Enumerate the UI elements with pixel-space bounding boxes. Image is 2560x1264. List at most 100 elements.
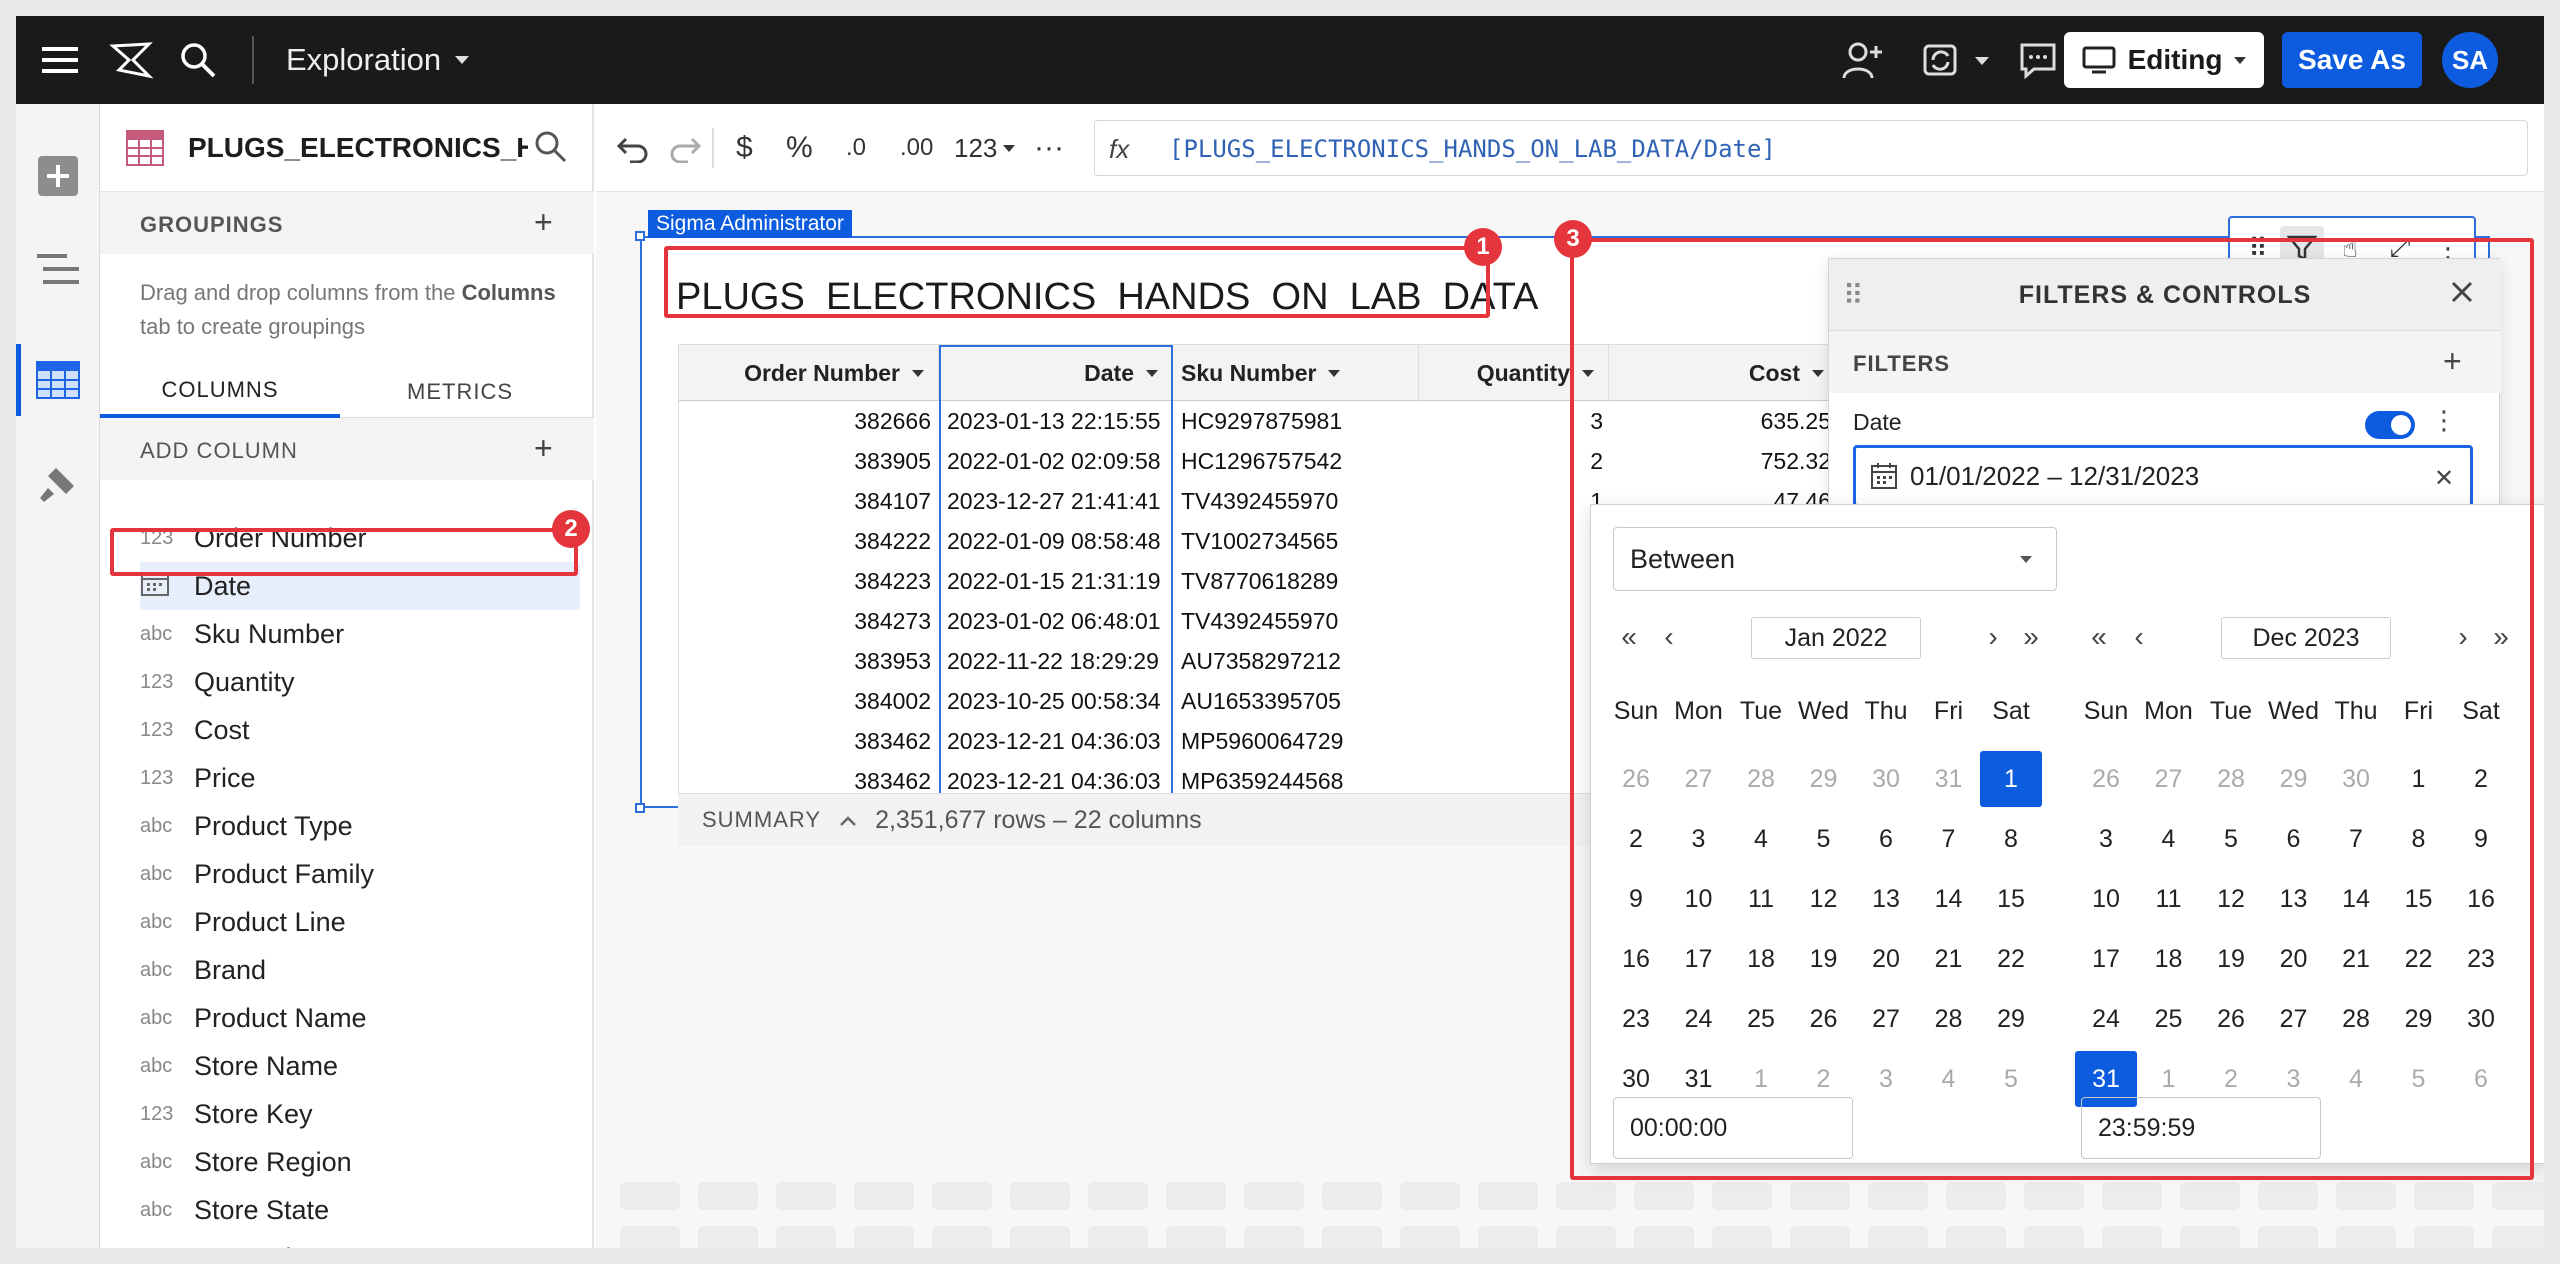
calendar-day[interactable]: 5 xyxy=(1980,1051,2042,1107)
table-cell[interactable]: AU1653395705 xyxy=(1173,681,1419,721)
table-row[interactable]: 382666 2023-01-13 22:15:55 HC9297875981 3 63… xyxy=(679,401,1837,441)
table-cell[interactable]: 2022-01-09 08:58:48 xyxy=(939,521,1173,561)
calendar-day[interactable]: 5 xyxy=(2388,1051,2450,1107)
calendar-day[interactable]: 7 xyxy=(2325,811,2387,867)
column-item[interactable]: abc Brand xyxy=(140,946,580,994)
chevron-down-icon[interactable] xyxy=(1328,369,1341,377)
calendar-day[interactable]: 9 xyxy=(1605,871,1667,927)
calendar-day[interactable]: 26 xyxy=(1605,751,1667,807)
add-user-icon[interactable] xyxy=(1836,38,1888,82)
table-row[interactable]: 383905 2022-01-02 02:09:58 HC1296757542 2 75… xyxy=(679,441,1837,481)
resize-handle[interactable] xyxy=(635,231,645,241)
calendar-day[interactable]: 7 xyxy=(1918,811,1980,867)
filter-toggle[interactable] xyxy=(2365,411,2415,439)
calendar-day[interactable]: 8 xyxy=(1980,811,2042,867)
calendar-day[interactable]: 5 xyxy=(2200,811,2262,867)
calendar-day[interactable]: 27 xyxy=(1855,991,1917,1047)
column-item[interactable]: abc Product Line xyxy=(140,898,580,946)
table-cell[interactable]: 2 xyxy=(1419,441,1609,481)
save-as-button[interactable]: Save As xyxy=(2282,32,2422,88)
column-header[interactable]: Sku Number xyxy=(1173,345,1419,401)
calendar-day[interactable]: 24 xyxy=(2075,991,2137,1047)
table-cell[interactable]: MP5960064729 xyxy=(1173,721,1419,761)
calendar-day[interactable]: 1 xyxy=(1980,751,2042,807)
last-page-icon[interactable]: » xyxy=(2483,615,2519,659)
calendar-day[interactable]: 19 xyxy=(1793,931,1855,987)
column-item[interactable]: abc Product Name xyxy=(140,994,580,1042)
comment-icon[interactable] xyxy=(2016,38,2060,82)
calendar-day[interactable]: 26 xyxy=(2075,751,2137,807)
table-cell[interactable]: 3 xyxy=(1419,401,1609,441)
tab-columns[interactable]: COLUMNS xyxy=(100,366,340,418)
table-cell[interactable]: AU7358297212 xyxy=(1173,641,1419,681)
column-item[interactable]: abcStore City xyxy=(140,1234,580,1249)
add-filter-button[interactable]: + xyxy=(2443,345,2462,377)
calendar-day[interactable]: 12 xyxy=(1793,871,1855,927)
chevron-left-icon[interactable]: ‹ xyxy=(1651,615,1687,659)
redo-icon[interactable] xyxy=(668,126,702,170)
chevron-down-icon[interactable] xyxy=(1812,369,1824,377)
table-cell[interactable] xyxy=(1419,721,1609,761)
column-item[interactable]: abc Store Region xyxy=(140,1138,580,1186)
calendar-day[interactable]: 4 xyxy=(2138,811,2200,867)
workbook-title[interactable]: Exploration xyxy=(286,38,470,82)
table-cell[interactable]: 383462 xyxy=(679,721,939,761)
clear-icon[interactable]: ✕ xyxy=(2434,464,2454,493)
table-icon[interactable] xyxy=(16,344,100,416)
calendar-day[interactable]: 9 xyxy=(2450,811,2512,867)
calendar-day[interactable]: 20 xyxy=(2263,931,2325,987)
resize-handle[interactable] xyxy=(635,803,645,813)
calendar-day[interactable]: 3 xyxy=(2075,811,2137,867)
column-item[interactable]: abc Store Name xyxy=(140,1042,580,1090)
undo-icon[interactable] xyxy=(616,126,650,170)
calendar-day[interactable]: 23 xyxy=(1605,991,1667,1047)
table-cell[interactable] xyxy=(1419,681,1609,721)
end-time-input[interactable]: 23:59:59 xyxy=(2081,1097,2321,1159)
calendar-day[interactable]: 21 xyxy=(2325,931,2387,987)
chevron-down-icon[interactable] xyxy=(912,369,924,377)
calendar-day[interactable]: 13 xyxy=(1855,871,1917,927)
month-year-select[interactable]: Jan 2022 xyxy=(1751,617,1921,659)
layers-icon[interactable] xyxy=(16,234,100,306)
calendar-day[interactable]: 15 xyxy=(1980,871,2042,927)
decrease-decimals-button[interactable]: .0 xyxy=(846,126,866,170)
calendar-day[interactable]: 28 xyxy=(2200,751,2262,807)
column-header[interactable]: Cost xyxy=(1609,345,1837,401)
calendar-day[interactable]: 12 xyxy=(2200,871,2262,927)
calendar-day[interactable]: 2 xyxy=(1605,811,1667,867)
calendar-day[interactable]: 14 xyxy=(2325,871,2387,927)
chevron-down-icon[interactable] xyxy=(1582,369,1594,377)
column-header[interactable]: Order Number xyxy=(679,345,939,401)
calendar-day[interactable]: 29 xyxy=(1980,991,2042,1047)
search-icon[interactable] xyxy=(174,38,222,82)
column-item[interactable]: 123 Cost xyxy=(140,706,580,754)
column-item[interactable]: abc Store State xyxy=(140,1186,580,1234)
calendar-day[interactable]: 14 xyxy=(1918,871,1980,927)
table-cell[interactable]: 2022-11-22 18:29:29 xyxy=(939,641,1173,681)
column-item[interactable]: abc Product Family xyxy=(140,850,580,898)
table-cell[interactable]: HC9297875981 xyxy=(1173,401,1419,441)
table-cell[interactable]: 2023-12-21 04:36:03 xyxy=(939,761,1173,794)
source-name[interactable]: PLUGS_ELECTRONICS_HA... xyxy=(188,104,528,192)
table-cell[interactable]: 383462 xyxy=(679,761,939,794)
chevron-right-icon[interactable]: › xyxy=(2445,615,2481,659)
calendar-day[interactable]: 20 xyxy=(1855,931,1917,987)
calendar-day[interactable]: 11 xyxy=(1730,871,1792,927)
table-cell[interactable]: 384002 xyxy=(679,681,939,721)
search-icon[interactable] xyxy=(534,130,568,169)
table-cell[interactable]: 384107 xyxy=(679,481,939,521)
calendar-day[interactable]: 13 xyxy=(2263,871,2325,927)
calendar-day[interactable]: 1 xyxy=(2388,751,2450,807)
calendar-day[interactable]: 22 xyxy=(2388,931,2450,987)
last-page-icon[interactable]: » xyxy=(2013,615,2049,659)
sync-icon[interactable] xyxy=(1916,38,1996,82)
calendar-day[interactable]: 16 xyxy=(1605,931,1667,987)
table-cell[interactable]: TV1002734565 xyxy=(1173,521,1419,561)
calendar-day[interactable]: 3 xyxy=(1855,1051,1917,1107)
calendar-day[interactable]: 15 xyxy=(2388,871,2450,927)
sigma-logo-icon[interactable] xyxy=(104,38,160,82)
table-cell[interactable]: 384223 xyxy=(679,561,939,601)
table-cell[interactable]: 752.32 xyxy=(1609,441,1837,481)
menu-icon[interactable] xyxy=(38,38,82,82)
first-page-icon[interactable]: « xyxy=(2081,615,2117,659)
